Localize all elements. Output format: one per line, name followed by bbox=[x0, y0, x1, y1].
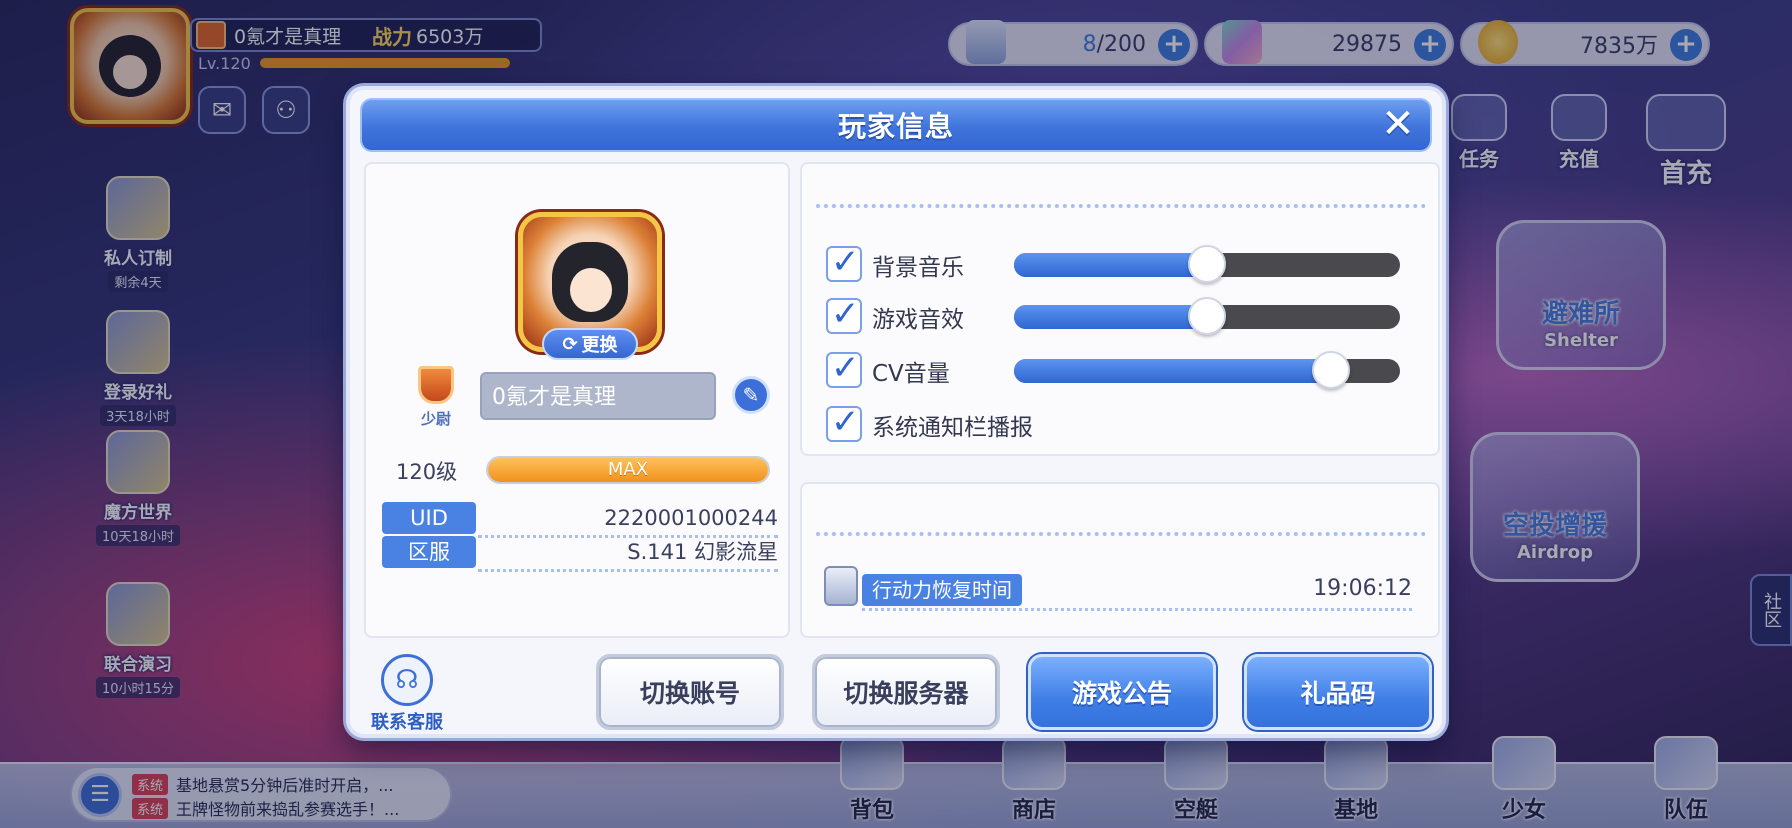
check-icon: ✓ bbox=[831, 402, 860, 442]
setting-bgm: ✓ 背景音乐 bbox=[826, 242, 1416, 284]
notify-label: 系统通知栏播报 bbox=[872, 415, 1033, 441]
slider-knob[interactable] bbox=[1188, 297, 1226, 335]
slider-knob[interactable] bbox=[1311, 351, 1350, 389]
edit-name-button[interactable]: ✎ bbox=[732, 376, 770, 414]
stamina-recovery-time: 19:06:12 bbox=[1313, 576, 1412, 601]
stamina-icon bbox=[824, 566, 858, 606]
switch-account-button[interactable]: 切换账号 bbox=[596, 654, 784, 730]
server-row: 区服 S.141 幻影流星 bbox=[382, 536, 778, 572]
setting-notify: ✓ 系统通知栏播报 bbox=[826, 402, 1416, 444]
bgm-checkbox[interactable]: ✓ bbox=[826, 242, 862, 282]
bgm-label: 背景音乐 bbox=[872, 255, 964, 281]
check-icon: ✓ bbox=[831, 294, 860, 334]
modal-header: 玩家信息 ✕ bbox=[360, 98, 1432, 152]
slider-fill bbox=[1014, 253, 1207, 277]
customer-service-label: 联系客服 bbox=[371, 712, 443, 733]
uid-label: UID bbox=[382, 502, 476, 534]
cv-checkbox[interactable]: ✓ bbox=[826, 348, 862, 388]
pencil-icon: ✎ bbox=[742, 383, 760, 407]
server-value: S.141 幻影流星 bbox=[627, 540, 778, 564]
player-level: 120级 bbox=[396, 460, 458, 484]
setting-sfx: ✓ 游戏音效 bbox=[826, 294, 1416, 336]
slider-fill bbox=[1014, 359, 1331, 383]
divider bbox=[816, 532, 1426, 536]
player-info-modal: 玩家信息 ✕ ⟳ 更换 少尉 0氪才是真理 ✎ 120级 MAX UID 222… bbox=[346, 86, 1446, 738]
notify-checkbox[interactable]: ✓ bbox=[826, 402, 862, 442]
gift-code-button[interactable]: 礼品码 bbox=[1244, 654, 1432, 730]
sfx-checkbox[interactable]: ✓ bbox=[826, 294, 862, 334]
level-progress-bar: MAX bbox=[486, 456, 770, 484]
bgm-slider[interactable] bbox=[1014, 245, 1400, 283]
level-max-text: MAX bbox=[607, 459, 649, 480]
game-notice-button[interactable]: 游戏公告 bbox=[1028, 654, 1216, 730]
rank-badge: 少尉 bbox=[408, 366, 464, 430]
profile-panel: ⟳ 更换 少尉 0氪才是真理 ✎ 120级 MAX UID 2220001000… bbox=[364, 162, 790, 638]
uid-row: UID 2220001000244 bbox=[382, 502, 778, 538]
stamina-recovery-label: 行动力恢复时间 bbox=[862, 574, 1022, 606]
rank-label: 少尉 bbox=[420, 410, 451, 428]
sfx-slider[interactable] bbox=[1014, 297, 1400, 335]
settings-panel: ✓ 背景音乐 ✓ 游戏音效 ✓ CV音量 ✓ 系统通知栏播报 bbox=[800, 162, 1440, 456]
check-icon: ✓ bbox=[831, 348, 860, 388]
server-label: 区服 bbox=[382, 536, 476, 568]
divider bbox=[816, 204, 1426, 208]
avatar-portrait bbox=[552, 242, 628, 322]
refresh-icon: ⟳ bbox=[562, 333, 578, 355]
uid-value: 2220001000244 bbox=[604, 506, 778, 530]
change-avatar-button[interactable]: ⟳ 更换 bbox=[542, 328, 638, 360]
divider bbox=[478, 569, 778, 572]
switch-server-button[interactable]: 切换服务器 bbox=[812, 654, 1000, 730]
cv-label: CV音量 bbox=[872, 361, 950, 387]
change-avatar-label: 更换 bbox=[581, 335, 618, 356]
modal-title: 玩家信息 bbox=[837, 110, 954, 143]
close-button[interactable]: ✕ bbox=[1376, 102, 1420, 146]
setting-cv: ✓ CV音量 bbox=[826, 348, 1416, 390]
cv-slider[interactable] bbox=[1014, 351, 1400, 389]
customer-service-button[interactable]: ☊ 联系客服 bbox=[364, 654, 450, 734]
check-icon: ✓ bbox=[831, 242, 860, 282]
headset-icon: ☊ bbox=[381, 654, 433, 706]
divider bbox=[862, 608, 1412, 611]
stamina-panel: 行动力恢复时间 19:06:12 bbox=[800, 482, 1440, 638]
sfx-label: 游戏音效 bbox=[872, 307, 964, 333]
player-name-field[interactable]: 0氪才是真理 bbox=[480, 372, 716, 420]
slider-fill bbox=[1014, 305, 1207, 329]
rank-icon bbox=[418, 366, 454, 404]
slider-knob[interactable] bbox=[1188, 245, 1226, 283]
